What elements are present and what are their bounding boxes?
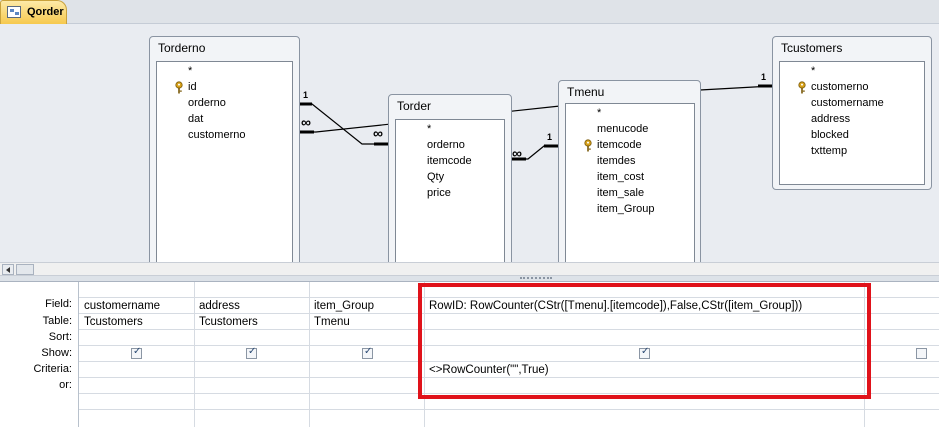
document-tab-strip: Qorder xyxy=(0,0,939,24)
table-tcustomers[interactable]: Tcustomers * customerno customername add… xyxy=(772,36,932,190)
grid-line xyxy=(79,409,939,410)
row-label-or: or: xyxy=(59,379,72,391)
row-label-criteria: Criteria: xyxy=(33,363,72,375)
relationship-pane[interactable]: 1 ∞ ∞ 1 ∞ 1 Torderno * id orderno dat cu… xyxy=(0,24,939,262)
field-cell[interactable]: customername xyxy=(84,300,160,312)
field-list[interactable]: * menucode itemcode itemdes item_cost it… xyxy=(565,103,695,262)
scroll-left-arrow-icon[interactable] xyxy=(2,264,14,275)
rel-many-label-3: ∞ xyxy=(512,145,522,161)
query-tab-label: Qorder xyxy=(27,6,64,18)
scroll-thumb[interactable] xyxy=(16,264,34,275)
splitter-grip[interactable] xyxy=(520,277,552,279)
table-title: Tmenu xyxy=(567,85,605,99)
rel-many-label-2: ∞ xyxy=(301,114,311,130)
row-label-table: Table: xyxy=(42,315,72,327)
rel-one-label-3: 1 xyxy=(547,132,553,142)
table-cell[interactable]: Tmenu xyxy=(314,316,350,328)
field-list[interactable]: * customerno customername address blocke… xyxy=(779,61,925,185)
show-checkbox[interactable] xyxy=(362,346,373,359)
rel-one-label-2: 1 xyxy=(761,72,767,82)
query-tab[interactable]: Qorder xyxy=(0,0,67,24)
column-divider[interactable] xyxy=(309,282,310,427)
row-label-show: Show: xyxy=(41,347,72,359)
column-divider[interactable] xyxy=(194,282,195,427)
rel-many-label-1: ∞ xyxy=(373,125,383,141)
horizontal-scrollbar[interactable] xyxy=(0,262,939,276)
table-torderno[interactable]: Torderno * id orderno dat customerno xyxy=(149,36,300,262)
rel-one-label-1: 1 xyxy=(303,90,309,100)
primary-key-icon xyxy=(584,139,592,152)
field-list[interactable]: * id orderno dat customerno xyxy=(156,61,293,262)
show-checkbox[interactable] xyxy=(246,346,257,359)
table-tmenu[interactable]: Tmenu * menucode itemcode itemdes item_c… xyxy=(558,80,701,262)
table-torder[interactable]: Torder * orderno itemcode Qty price xyxy=(388,94,512,262)
grid-row-labels: Field: Table: Sort: Show: Criteria: or: xyxy=(0,282,79,427)
show-checkbox[interactable] xyxy=(916,348,927,359)
primary-key-icon xyxy=(175,81,183,94)
table-cell[interactable]: Tcustomers xyxy=(199,316,258,328)
primary-key-icon xyxy=(798,81,806,94)
query-icon xyxy=(7,6,21,18)
row-label-field: Field: xyxy=(45,298,72,310)
field-cell[interactable]: item_Group xyxy=(314,300,374,312)
table-title: Torder xyxy=(397,99,432,113)
row-label-sort: Sort: xyxy=(48,331,72,343)
field-list[interactable]: * orderno itemcode Qty price xyxy=(395,119,505,262)
table-title: Tcustomers xyxy=(781,41,843,55)
table-title: Torderno xyxy=(158,41,206,55)
table-cell[interactable]: Tcustomers xyxy=(84,316,143,328)
field-cell[interactable]: address xyxy=(199,300,240,312)
highlight-annotation xyxy=(418,283,871,399)
show-checkbox[interactable] xyxy=(131,346,142,359)
